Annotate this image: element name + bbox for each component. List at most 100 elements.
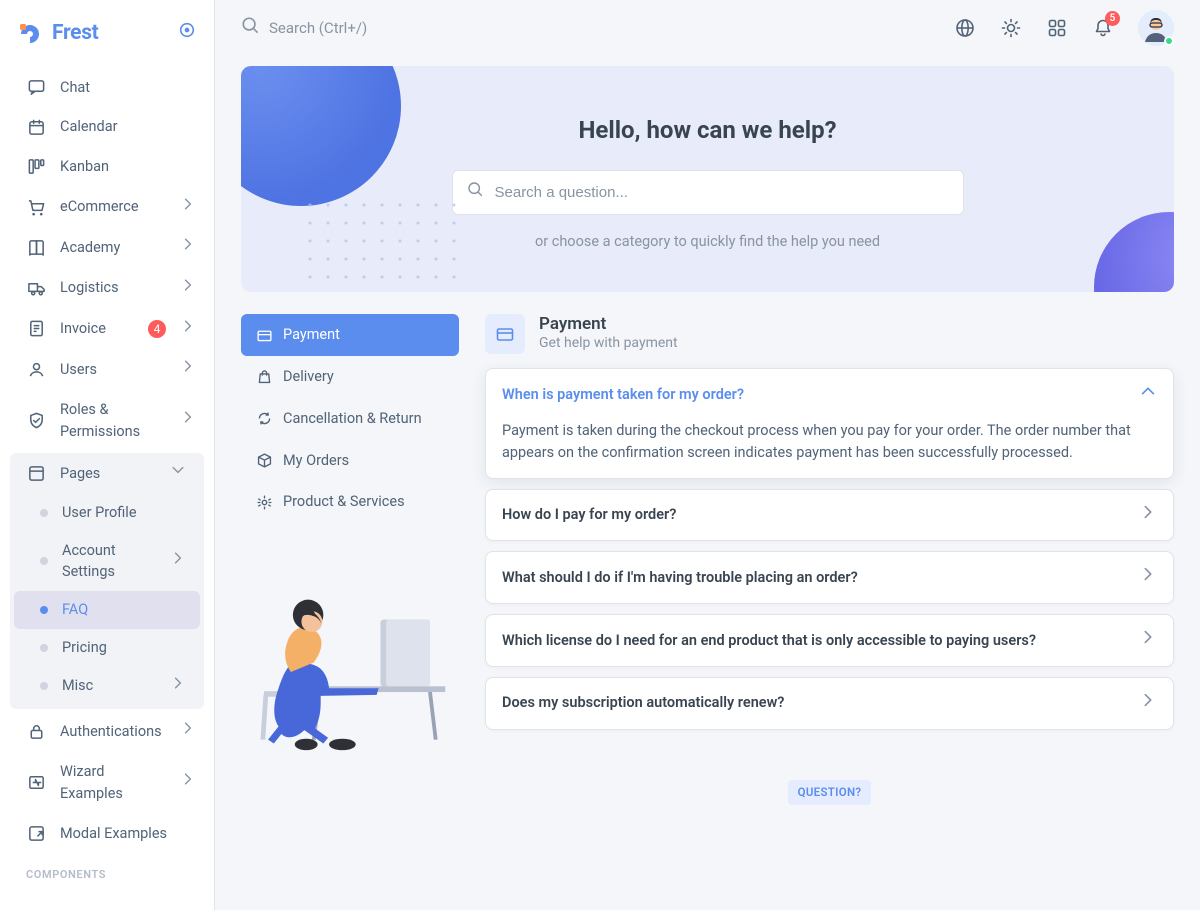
sidebar-item-pages[interactable]: Pages — [10, 453, 204, 494]
pages-icon — [26, 464, 46, 484]
faq-category-product-services[interactable]: Product & Services — [241, 481, 459, 523]
topbar: Search (Ctrl+/) 5 — [215, 0, 1200, 56]
faq-category-label: Cancellation & Return — [283, 408, 422, 430]
chevron-down-icon — [170, 462, 186, 485]
sidebar-item-ecommerce[interactable]: eCommerce — [0, 187, 214, 228]
faq-question[interactable]: When is payment taken for my order? — [486, 369, 1173, 420]
brand[interactable]: Frest — [0, 10, 214, 68]
sidebar-subitem-account-settings[interactable]: Account Settings — [10, 532, 204, 592]
chat-icon — [26, 77, 46, 97]
refresh-icon — [255, 410, 273, 428]
faq-subheading: Get help with payment — [539, 333, 678, 354]
sidebar-item-academy[interactable]: Academy — [0, 227, 214, 268]
apps-grid-button[interactable] — [1044, 15, 1070, 41]
sidebar-subitem-faq[interactable]: FAQ — [14, 591, 200, 629]
faq-search[interactable] — [452, 170, 964, 215]
notifications-button[interactable]: 5 — [1090, 15, 1116, 41]
truck-icon — [26, 278, 46, 298]
chevron-right-icon — [180, 236, 196, 259]
sidebar-item-label: Authentications — [60, 721, 166, 743]
faq-category-delivery[interactable]: Delivery — [241, 356, 459, 398]
faq-question-text: What should I do if I'm having trouble p… — [502, 567, 858, 589]
sidebar-section-label: COMPONENTS — [0, 853, 214, 890]
bullet-icon — [40, 606, 48, 614]
sidebar-item-modal-examples[interactable]: Modal Examples — [0, 814, 214, 854]
chevron-right-icon — [180, 196, 196, 219]
chevron-right-icon — [180, 771, 196, 794]
brand-name: Frest — [52, 18, 99, 50]
chevron-right-icon — [180, 318, 196, 341]
faq-question[interactable]: Does my subscription automatically renew… — [486, 678, 1173, 729]
chevron-right-icon — [1139, 628, 1157, 653]
gear-icon — [255, 493, 273, 511]
hero-decor-circle-left — [241, 66, 401, 206]
faq-category-label: My Orders — [283, 450, 349, 472]
faq-question-text: How do I pay for my order? — [502, 504, 676, 526]
chevron-right-icon — [170, 550, 186, 573]
search-placeholder: Search (Ctrl+/) — [269, 17, 367, 40]
brand-logo-icon — [18, 22, 42, 46]
sidebar-item-label: Users — [60, 359, 166, 381]
sidebar-item-calendar[interactable]: Calendar — [0, 107, 214, 147]
hero-decor-dots — [301, 196, 461, 286]
faq-question-text: When is payment taken for my order? — [502, 384, 744, 406]
faq-main: Payment Get help with payment When is pa… — [485, 314, 1174, 805]
notification-badge: 5 — [1105, 11, 1120, 26]
faq-item: Which license do I need for an end produ… — [485, 614, 1174, 667]
faq-question[interactable]: Which license do I need for an end produ… — [486, 615, 1173, 666]
sidebar-item-chat[interactable]: Chat — [0, 68, 214, 108]
sidebar-item-label: Account Settings — [62, 540, 156, 584]
help-hero: Hello, how can we help? or choose a cate… — [241, 66, 1174, 292]
sidebar-item-label: Logistics — [60, 277, 166, 299]
sidebar-subitem-pricing[interactable]: Pricing — [10, 629, 204, 667]
faq-question[interactable]: What should I do if I'm having trouble p… — [486, 552, 1173, 603]
sidebar-item-label: Pages — [60, 463, 156, 485]
faq-category-payment[interactable]: Payment — [241, 314, 459, 356]
faq-heading: Payment — [539, 315, 678, 334]
sidebar-subitem-user-profile[interactable]: User Profile — [10, 494, 204, 532]
global-search[interactable]: Search (Ctrl+/) — [241, 16, 367, 41]
hero-decor-circle-right — [1094, 212, 1174, 292]
cart-icon — [26, 197, 46, 217]
sidebar-item-label: Pricing — [62, 637, 107, 659]
sidebar-item-wizard-examples[interactable]: Wizard Examples — [0, 752, 214, 814]
faq-item: What should I do if I'm having trouble p… — [485, 551, 1174, 604]
sidebar-item-kanban[interactable]: Kanban — [0, 147, 214, 187]
users-icon — [26, 359, 46, 379]
chevron-right-icon — [180, 409, 196, 432]
sidebar-item-label: Wizard Examples — [60, 761, 166, 805]
faq-illustration — [241, 553, 459, 753]
sidebar-item-logistics[interactable]: Logistics — [0, 268, 214, 309]
lock-icon — [26, 722, 46, 742]
sidebar-item-invoice[interactable]: Invoice4 — [0, 309, 214, 350]
chevron-right-icon — [180, 358, 196, 381]
book-icon — [26, 238, 46, 258]
bullet-icon — [40, 682, 48, 690]
sidebar-item-label: Roles & Permissions — [60, 399, 166, 443]
sidebar-item-label: Calendar — [60, 116, 196, 138]
sidebar-item-roles-permissions[interactable]: Roles & Permissions — [0, 390, 214, 452]
theme-toggle[interactable] — [998, 15, 1024, 41]
faq-category-cancellation-return[interactable]: Cancellation & Return — [241, 398, 459, 440]
faq-question[interactable]: How do I pay for my order? — [486, 490, 1173, 541]
language-button[interactable] — [952, 15, 978, 41]
sidebar-item-users[interactable]: Users — [0, 349, 214, 390]
chevron-up-icon — [1139, 382, 1157, 407]
avatar[interactable] — [1138, 10, 1174, 46]
faq-item: When is payment taken for my order?Payme… — [485, 368, 1174, 478]
bullet-icon — [40, 509, 48, 517]
faq-category-label: Payment — [283, 324, 340, 346]
sidebar: Frest Chat Calendar Kanban eCommerce Academy… — [0, 0, 215, 910]
faq-search-input[interactable] — [493, 183, 949, 202]
sidebar-item-badge: 4 — [148, 320, 166, 338]
faq-category-my-orders[interactable]: My Orders — [241, 440, 459, 482]
faq-category-label: Product & Services — [283, 491, 405, 513]
sidebar-item-label: Chat — [60, 77, 196, 99]
bag-icon — [255, 368, 273, 386]
sidebar-item-label: Kanban — [60, 156, 196, 178]
wizard-icon — [26, 773, 46, 793]
pin-icon[interactable] — [178, 21, 196, 46]
sidebar-item-authentications[interactable]: Authentications — [0, 711, 214, 752]
sidebar-subitem-misc[interactable]: Misc — [10, 667, 204, 706]
sidebar-item-label: eCommerce — [60, 196, 166, 218]
